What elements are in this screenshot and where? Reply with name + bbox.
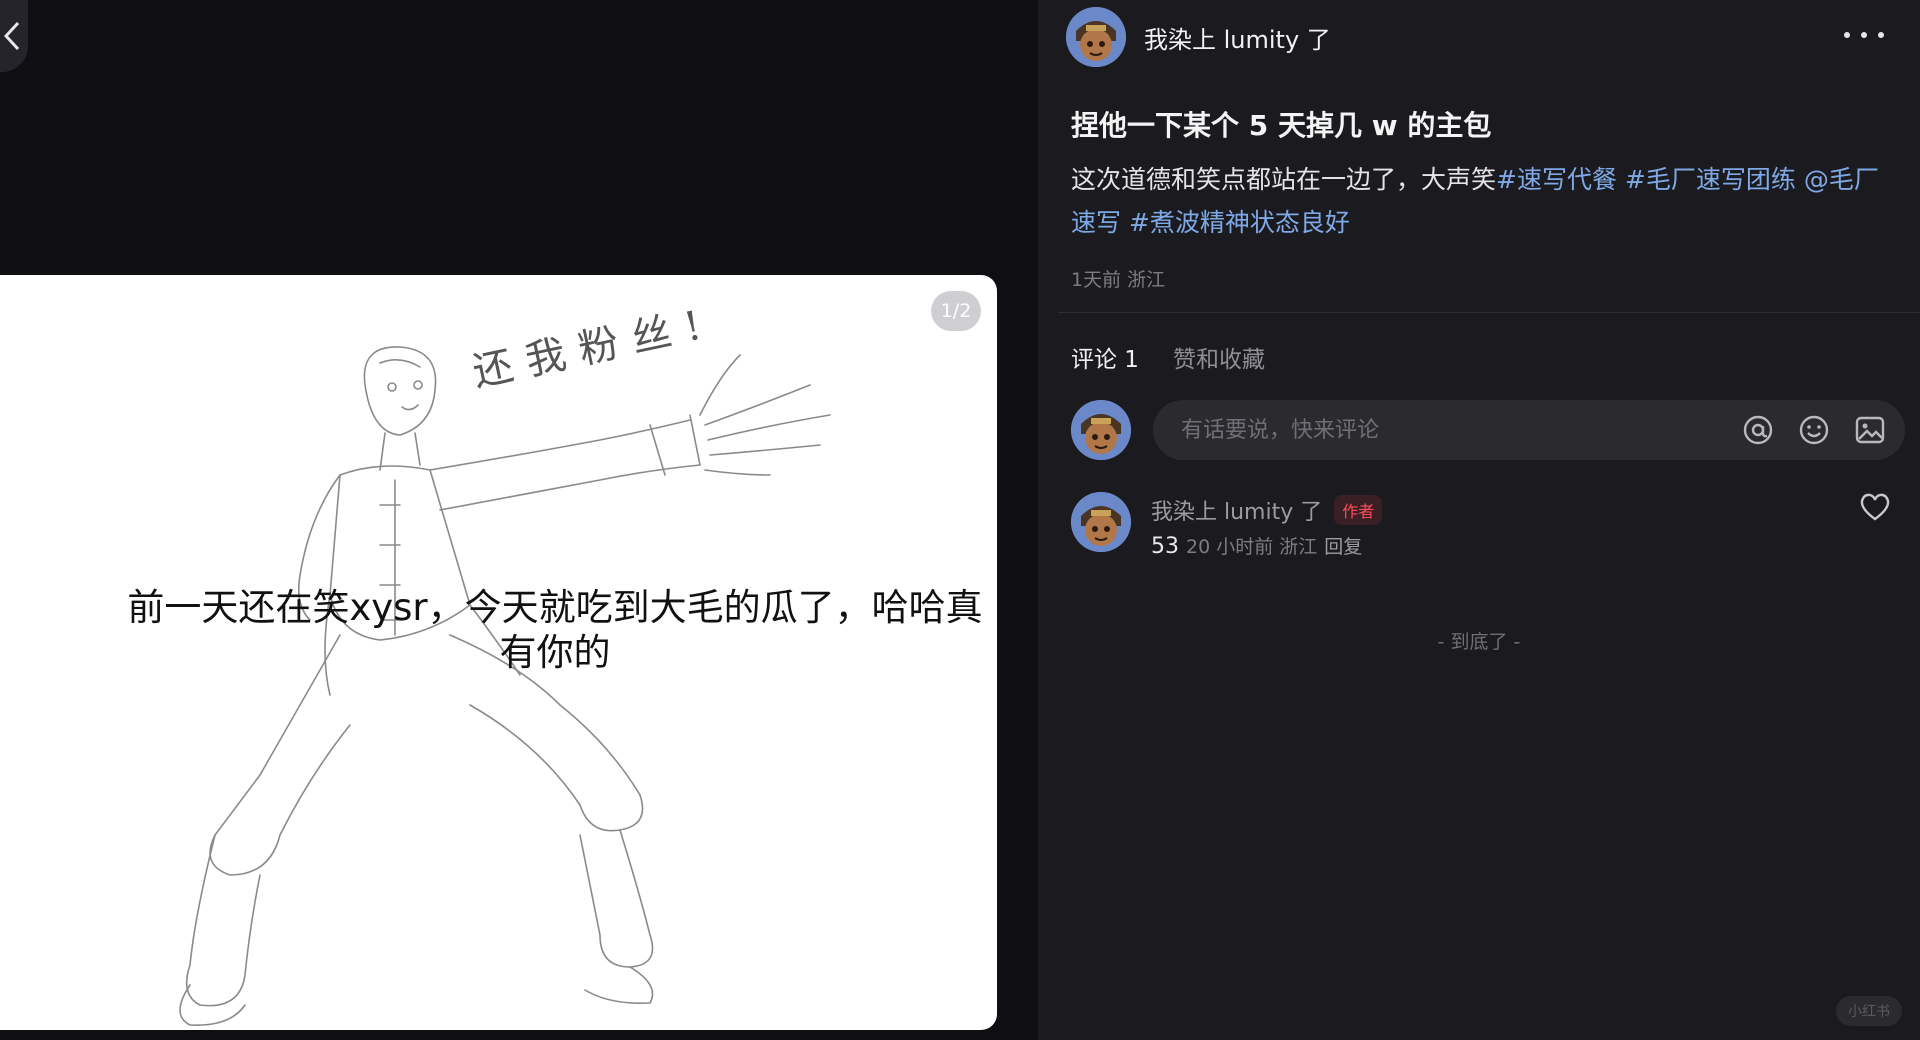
author-avatar[interactable]: [1066, 7, 1126, 67]
image-caption: 前一天还在笑xysr，今天就吃到大毛的瓜了，哈哈真有你的: [127, 586, 983, 674]
author-badge: 作者: [1334, 495, 1383, 525]
back-button[interactable]: [0, 0, 28, 72]
end-of-list-text: - 到底了 -: [1437, 631, 1521, 653]
avatar-image: [1071, 492, 1131, 552]
more-dot-icon: [1878, 32, 1884, 38]
hashtag-link[interactable]: #煮波精神状态良好: [1129, 208, 1350, 237]
post-detail-panel: 我染上 lumity 了 捏他一下某个 5 天掉几 w 的主包 这次道德和笑点都…: [1038, 0, 1920, 1040]
post-body-text: 这次道德和笑点都站在一边了，大声笑: [1071, 165, 1497, 194]
comment-body: 53 20 小时前 浙江 回复: [1151, 532, 1362, 559]
comment-item: 我染上 lumity 了 作者 53 20 小时前 浙江 回复: [1071, 492, 1891, 564]
comment-composer: [1071, 398, 1905, 462]
tab-comments[interactable]: 评论 1: [1071, 340, 1139, 374]
comment-input[interactable]: [1179, 416, 1723, 444]
post-meta: 1天前 浙江: [1071, 269, 1166, 291]
like-button[interactable]: [1859, 492, 1891, 526]
comment-tabs: 评论 1 赞和收藏: [1071, 340, 1265, 374]
image-counter: 1/2: [931, 291, 981, 331]
post-body: 这次道德和笑点都站在一边了，大声笑#速写代餐 #毛厂速写团练 @毛厂速写 #煮波…: [1071, 158, 1891, 244]
emoji-icon[interactable]: [1797, 413, 1831, 447]
avatar-image: [1066, 7, 1126, 67]
commenter-name[interactable]: 我染上 lumity 了: [1151, 494, 1322, 526]
tab-likes-favorites[interactable]: 赞和收藏: [1173, 340, 1265, 374]
more-options-button[interactable]: [1844, 20, 1884, 50]
composer-actions: [1741, 413, 1887, 447]
at-mention-icon[interactable]: [1741, 413, 1775, 447]
chevron-left-icon: [4, 21, 20, 51]
reply-button[interactable]: 回复: [1324, 536, 1362, 558]
more-dot-icon: [1844, 32, 1850, 38]
hashtag-link[interactable]: #速写代餐: [1496, 165, 1617, 194]
watermark-logo: 小红书: [1836, 996, 1902, 1026]
author-bar[interactable]: 我染上 lumity 了: [1066, 7, 1331, 67]
avatar-image: [1071, 400, 1131, 460]
comment-input-box[interactable]: [1153, 400, 1905, 460]
comment-meta: 20 小时前 浙江: [1186, 536, 1318, 558]
divider: [1058, 312, 1920, 313]
user-avatar[interactable]: [1071, 400, 1131, 460]
post-image[interactable]: 还我粉丝! 前一天还在笑xysr，今天就吃到大毛的瓜了，哈哈真有你的 1/2: [0, 275, 997, 1030]
author-name[interactable]: 我染上 lumity 了: [1144, 20, 1331, 55]
post-title: 捏他一下某个 5 天掉几 w 的主包: [1071, 109, 1492, 142]
image-upload-icon[interactable]: [1853, 413, 1887, 447]
more-dot-icon: [1861, 32, 1867, 38]
hashtag-link[interactable]: #毛厂速写团练: [1625, 165, 1796, 194]
heart-icon: [1860, 493, 1890, 521]
commenter-avatar[interactable]: [1071, 492, 1131, 552]
media-viewer: 还我粉丝! 前一天还在笑xysr，今天就吃到大毛的瓜了，哈哈真有你的 1/2: [0, 0, 1038, 1040]
comment-text: 53: [1151, 534, 1179, 559]
commenter-name-row: 我染上 lumity 了 作者: [1151, 494, 1383, 526]
